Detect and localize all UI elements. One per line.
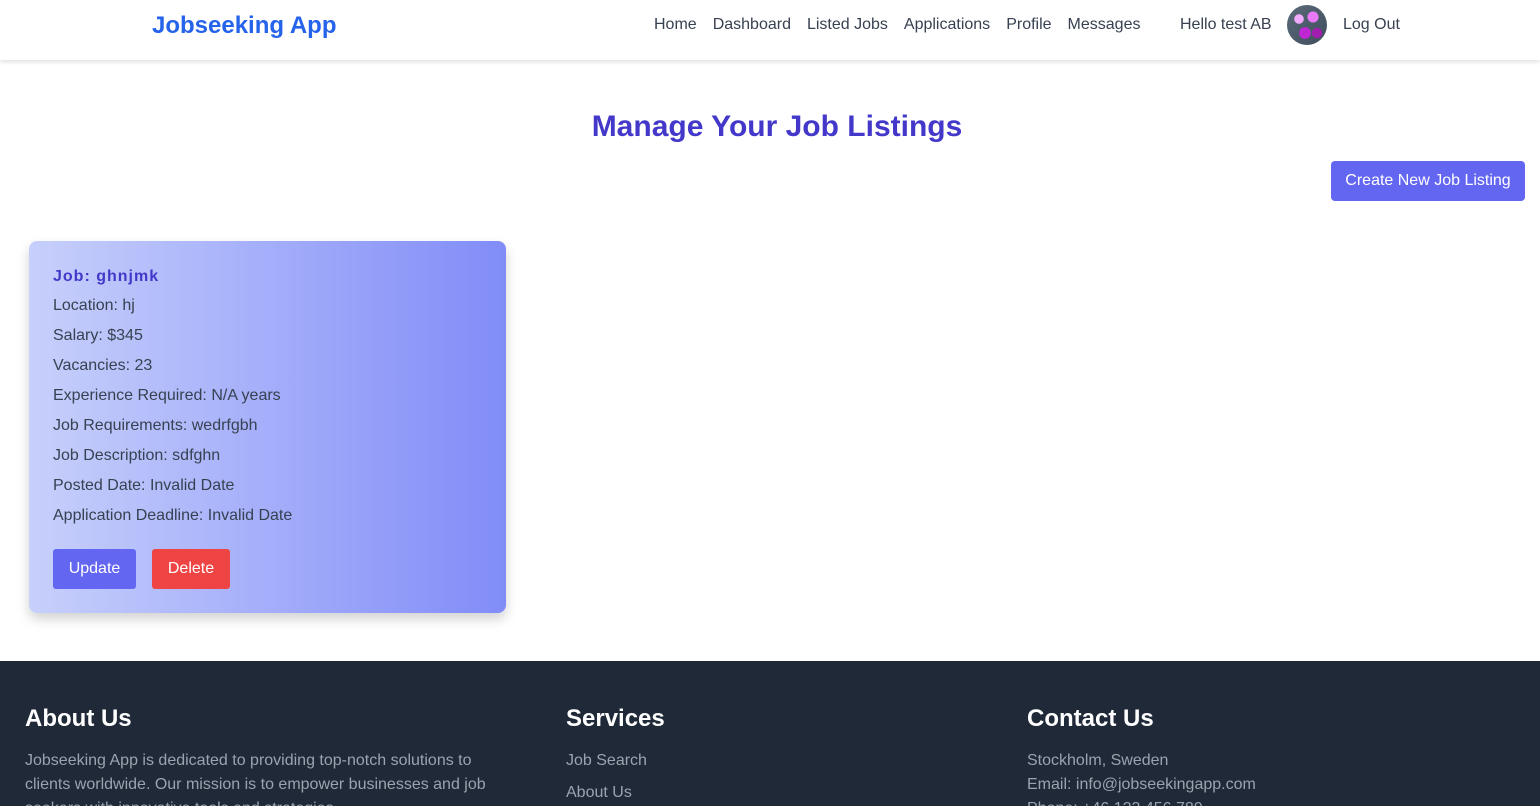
nav-link-profile[interactable]: Profile [1006,16,1051,34]
job-title: Job: ghnjmk [53,268,160,285]
job-salary: Salary: $345 [53,327,143,344]
logout-button[interactable]: Log Out [1343,16,1400,34]
job-description: Job Description: sdfghn [53,447,221,464]
create-job-listing-button[interactable]: Create New Job Listing [1331,161,1525,201]
footer-about-text: Jobseeking App is dedicated to providing… [25,752,486,806]
main-nav: Home Dashboard Listed Jobs Applications … [654,16,1140,34]
nav-link-messages[interactable]: Messages [1068,16,1141,34]
job-listing-card: Job: ghnjmk Location: hj Salary: $345 Va… [29,241,506,613]
nav-link-home[interactable]: Home [654,16,697,34]
nav-link-listed-jobs[interactable]: Listed Jobs [807,16,888,34]
delete-job-button[interactable]: Delete [152,549,230,589]
job-experience: Experience Required: N/A years [53,387,281,404]
footer-link-about-us[interactable]: About Us [566,784,632,802]
site-footer: About Us Jobseeking App is dedicated to … [0,661,1540,806]
job-location: Location: hj [53,297,135,314]
user-avatar[interactable] [1287,5,1327,45]
user-greeting: Hello test AB [1180,16,1272,33]
job-deadline: Application Deadline: Invalid Date [53,507,293,524]
footer-about-heading: About Us [25,705,132,732]
footer-contact-heading: Contact Us [1027,705,1154,732]
job-vacancies: Vacancies: 23 [53,357,153,374]
footer-contact-email[interactable]: Email: info@jobseekingapp.com [1027,773,1256,797]
job-requirements: Job Requirements: wedrfgbh [53,417,258,434]
footer-contact-location: Stockholm, Sweden [1027,752,1169,769]
top-navbar: Jobseeking App Home Dashboard Listed Job… [0,0,1540,60]
page-title: Manage Your Job Listings [591,110,963,143]
nav-link-dashboard[interactable]: Dashboard [713,16,791,34]
update-job-button[interactable]: Update [53,549,136,589]
job-posted-date: Posted Date: Invalid Date [53,477,235,494]
footer-contact-phone: Phone: +46 123 456 789 [1027,797,1203,806]
nav-link-applications[interactable]: Applications [904,16,990,34]
footer-services-heading: Services [566,705,665,732]
brand-logo[interactable]: Jobseeking App [152,12,336,40]
footer-link-job-search[interactable]: Job Search [566,752,647,770]
